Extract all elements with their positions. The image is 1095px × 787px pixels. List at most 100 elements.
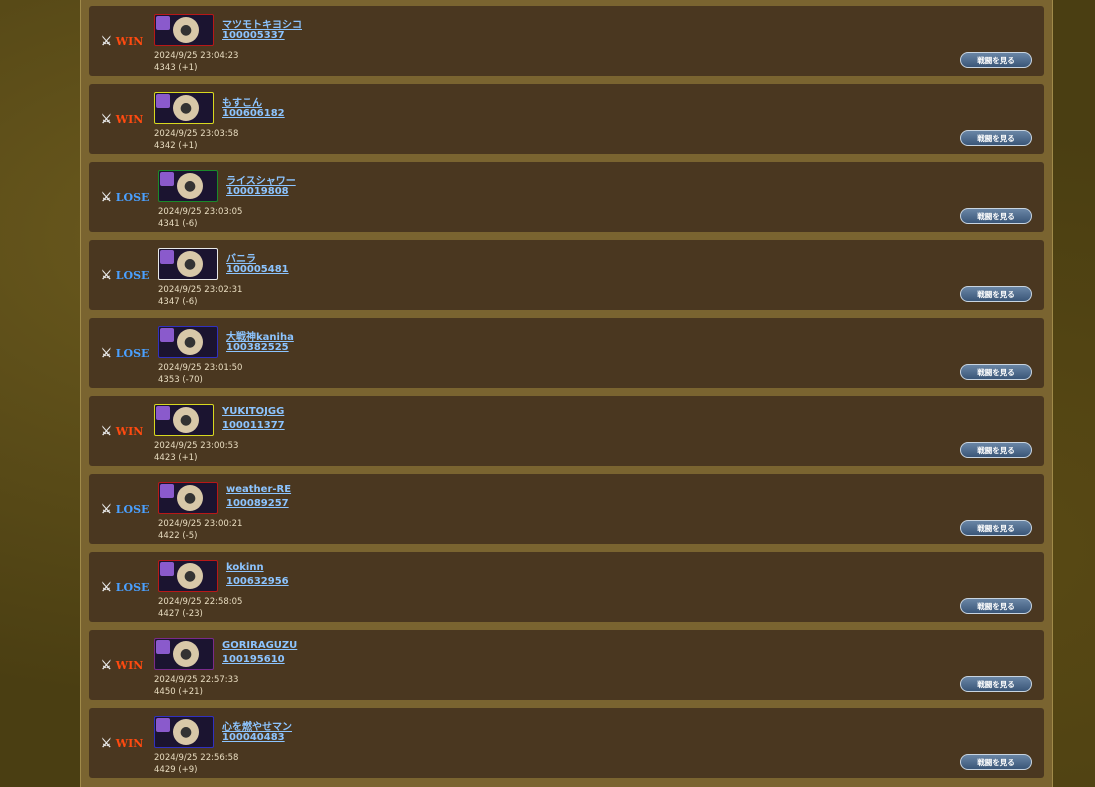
user-avatar-icon: ● <box>173 407 199 433</box>
battle-result: ⚔ WIN <box>101 658 143 672</box>
rating-score: 4353 (-70) <box>158 375 203 385</box>
battle-datetime: 2024/9/25 23:03:05 <box>158 207 243 217</box>
result-label: LOSE <box>115 268 150 282</box>
user-avatar-icon: ● <box>173 719 199 745</box>
battle-result: ⚔ LOSE <box>101 346 149 360</box>
battle-datetime: 2024/9/25 23:02:31 <box>158 285 243 295</box>
opponent-avatar[interactable]: ● <box>154 638 214 670</box>
watch-battle-button[interactable]: 戦闘を見る <box>960 52 1032 68</box>
watch-battle-button[interactable]: 戦闘を見る <box>960 130 1032 146</box>
opponent-name-link[interactable]: weather-RE <box>226 484 291 495</box>
opponent-avatar[interactable]: ● <box>154 716 214 748</box>
opponent-name-link[interactable]: 心を燃やせマン <box>222 718 292 733</box>
rank-badge-icon <box>156 406 170 420</box>
opponent-name-link[interactable]: GORIRAGUZU <box>222 640 297 651</box>
result-label: LOSE <box>115 346 150 360</box>
user-avatar-icon: ● <box>173 641 199 667</box>
watch-battle-button[interactable]: 戦闘を見る <box>960 286 1032 302</box>
opponent-name-link[interactable]: マツモトキヨシコ <box>222 16 302 31</box>
crossed-swords-icon: ⚔ <box>101 112 112 126</box>
opponent-name-link[interactable]: 大戦神kaniha <box>226 328 294 343</box>
opponent-id-link[interactable]: 100089257 <box>226 498 289 509</box>
battle-datetime: 2024/9/25 22:58:05 <box>158 597 243 607</box>
opponent-id-link[interactable]: 100382525 <box>226 342 289 353</box>
watch-battle-button[interactable]: 戦闘を見る <box>960 676 1032 692</box>
result-label: WIN <box>115 424 144 438</box>
rank-badge-icon <box>156 718 170 732</box>
battle-datetime: 2024/9/25 23:03:58 <box>154 129 239 139</box>
opponent-id-link[interactable]: 100019808 <box>226 186 289 197</box>
watch-battle-button[interactable]: 戦闘を見る <box>960 520 1032 536</box>
rank-badge-icon <box>160 250 174 264</box>
watch-battle-button[interactable]: 戦闘を見る <box>960 754 1032 770</box>
battle-result: ⚔ LOSE <box>101 268 149 282</box>
opponent-id-link[interactable]: 100632956 <box>226 576 289 587</box>
opponent-name-link[interactable]: YUKITOJGG <box>222 406 284 417</box>
opponent-avatar[interactable]: ● <box>158 326 218 358</box>
battle-datetime: 2024/9/25 23:04:23 <box>154 51 239 61</box>
opponent-avatar[interactable]: ● <box>154 404 214 436</box>
crossed-swords-icon: ⚔ <box>101 424 112 438</box>
battle-log-list: ⚔ WIN ● マツモトキヨシコ 100005337 2024/9/25 23:… <box>89 6 1044 786</box>
crossed-swords-icon: ⚔ <box>101 190 112 204</box>
user-avatar-icon: ● <box>177 329 203 355</box>
opponent-name-link[interactable]: もすこん <box>222 94 262 109</box>
rank-badge-icon <box>160 562 174 576</box>
battle-row: ⚔ LOSE ● weather-RE 100089257 2024/9/25 … <box>89 474 1044 544</box>
battle-row: ⚔ WIN ● マツモトキヨシコ 100005337 2024/9/25 23:… <box>89 6 1044 76</box>
battle-row: ⚔ WIN ● YUKITOJGG 100011377 2024/9/25 23… <box>89 396 1044 466</box>
rating-score: 4342 (+1) <box>154 141 198 151</box>
rating-score: 4343 (+1) <box>154 63 198 73</box>
user-avatar-icon: ● <box>177 173 203 199</box>
rating-score: 4341 (-6) <box>158 219 198 229</box>
opponent-name-link[interactable]: ライスシャワー <box>226 172 296 187</box>
opponent-id-link[interactable]: 100005481 <box>226 264 289 275</box>
opponent-avatar[interactable]: ● <box>154 92 214 124</box>
user-avatar-icon: ● <box>177 563 203 589</box>
opponent-name-link[interactable]: バニラ <box>226 250 256 265</box>
rating-score: 4450 (+21) <box>154 687 203 697</box>
result-label: WIN <box>115 736 144 750</box>
rating-score: 4422 (-5) <box>158 531 198 541</box>
battle-result: ⚔ LOSE <box>101 502 149 516</box>
watch-battle-button[interactable]: 戦闘を見る <box>960 208 1032 224</box>
rating-score: 4427 (-23) <box>158 609 203 619</box>
crossed-swords-icon: ⚔ <box>101 658 112 672</box>
rank-badge-icon <box>160 328 174 342</box>
opponent-avatar[interactable]: ● <box>154 14 214 46</box>
opponent-avatar[interactable]: ● <box>158 170 218 202</box>
rating-score: 4429 (+9) <box>154 765 198 775</box>
opponent-id-link[interactable]: 100040483 <box>222 732 285 743</box>
crossed-swords-icon: ⚔ <box>101 736 112 750</box>
battle-result: ⚔ WIN <box>101 34 143 48</box>
opponent-id-link[interactable]: 100606182 <box>222 108 285 119</box>
rank-badge-icon <box>156 640 170 654</box>
watch-battle-button[interactable]: 戦闘を見る <box>960 598 1032 614</box>
battle-result: ⚔ WIN <box>101 424 143 438</box>
opponent-id-link[interactable]: 100195610 <box>222 654 285 665</box>
crossed-swords-icon: ⚔ <box>101 580 112 594</box>
opponent-avatar[interactable]: ● <box>158 560 218 592</box>
user-avatar-icon: ● <box>173 17 199 43</box>
crossed-swords-icon: ⚔ <box>101 268 112 282</box>
watch-battle-button[interactable]: 戦闘を見る <box>960 442 1032 458</box>
user-avatar-icon: ● <box>173 95 199 121</box>
battle-row: ⚔ LOSE ● バニラ 100005481 2024/9/25 23:02:3… <box>89 240 1044 310</box>
result-label: LOSE <box>115 190 150 204</box>
crossed-swords-icon: ⚔ <box>101 502 112 516</box>
rank-badge-icon <box>156 16 170 30</box>
user-avatar-icon: ● <box>177 251 203 277</box>
opponent-avatar[interactable]: ● <box>158 482 218 514</box>
rank-badge-icon <box>160 484 174 498</box>
user-avatar-icon: ● <box>177 485 203 511</box>
battle-datetime: 2024/9/25 22:56:58 <box>154 753 239 763</box>
watch-battle-button[interactable]: 戦闘を見る <box>960 364 1032 380</box>
battle-row: ⚔ WIN ● 心を燃やせマン 100040483 2024/9/25 22:5… <box>89 708 1044 778</box>
crossed-swords-icon: ⚔ <box>101 34 112 48</box>
opponent-avatar[interactable]: ● <box>158 248 218 280</box>
result-label: LOSE <box>115 580 150 594</box>
battle-row: ⚔ LOSE ● 大戦神kaniha 100382525 2024/9/25 2… <box>89 318 1044 388</box>
opponent-name-link[interactable]: kokinn <box>226 562 264 573</box>
opponent-id-link[interactable]: 100005337 <box>222 30 285 41</box>
opponent-id-link[interactable]: 100011377 <box>222 420 285 431</box>
